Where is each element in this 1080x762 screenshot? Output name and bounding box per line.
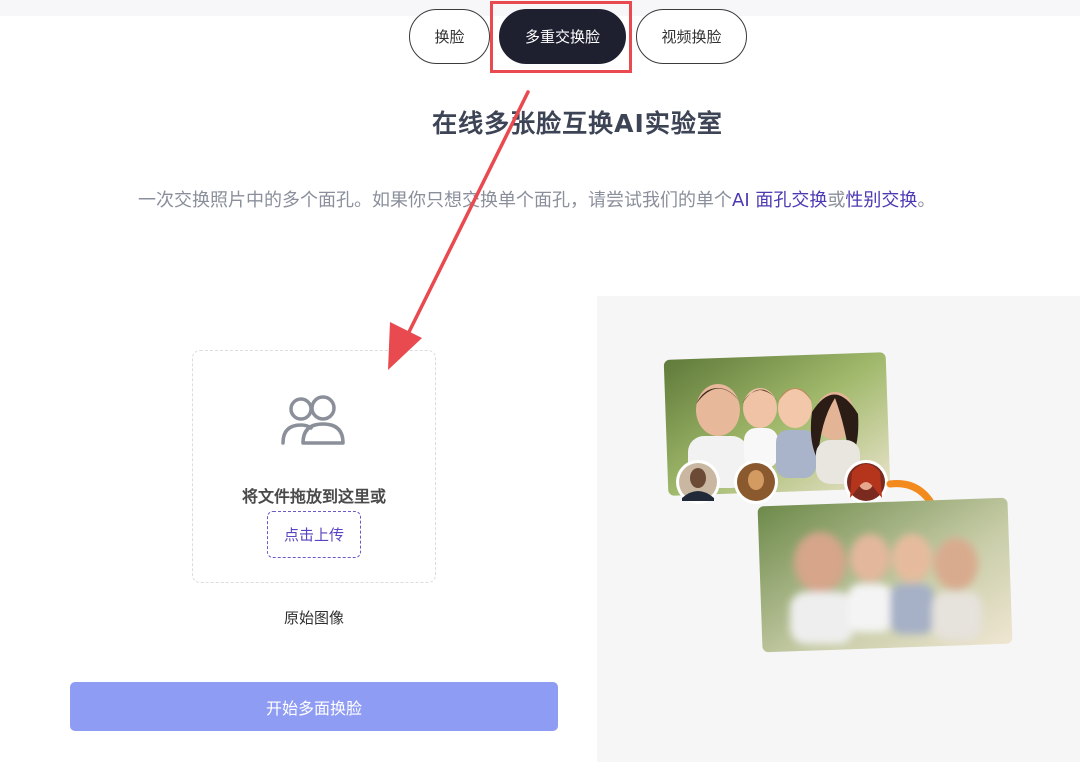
drop-files-text: 将文件拖放到这里或 xyxy=(241,487,386,506)
subtitle-middle: 或 xyxy=(827,190,846,211)
click-upload-button[interactable]: 点击上传 xyxy=(267,511,361,558)
page: 换脸 多重交换脸 视频换脸 在线多张脸互换AI实验室 一次交换照片中的多个面孔。… xyxy=(0,0,1080,762)
subtitle-prefix: 一次交换照片中的多个面孔。如果你只想交换单个面孔，请尝试我们的单个 xyxy=(138,190,732,211)
original-image-caption: 原始图像 xyxy=(283,609,344,627)
tab-multi-face-swap[interactable]: 多重交换脸 xyxy=(499,9,626,64)
swapped-result-photo xyxy=(757,497,1013,653)
tab-video-face-swap[interactable]: 视频换脸 xyxy=(636,9,747,64)
multi-face-swap-example-illustration xyxy=(663,352,1013,653)
ai-face-swap-link[interactable]: AI 面孔交换 xyxy=(732,190,827,211)
tab-face-swap[interactable]: 换脸 xyxy=(409,9,490,64)
upload-dropzone[interactable]: 将文件拖放到这里或 点击上传 xyxy=(192,350,436,583)
people-icon xyxy=(281,395,345,445)
start-multi-face-swap-button[interactable]: 开始多面换脸 xyxy=(70,682,558,731)
page-subtitle: 一次交换照片中的多个面孔。如果你只想交换单个面孔，请尝试我们的单个AI 面孔交换… xyxy=(138,186,935,212)
subtitle-suffix: 。 xyxy=(917,190,936,211)
gender-swap-link[interactable]: 性别交换 xyxy=(845,190,917,211)
page-title: 在线多张脸互换AI实验室 xyxy=(432,109,723,138)
